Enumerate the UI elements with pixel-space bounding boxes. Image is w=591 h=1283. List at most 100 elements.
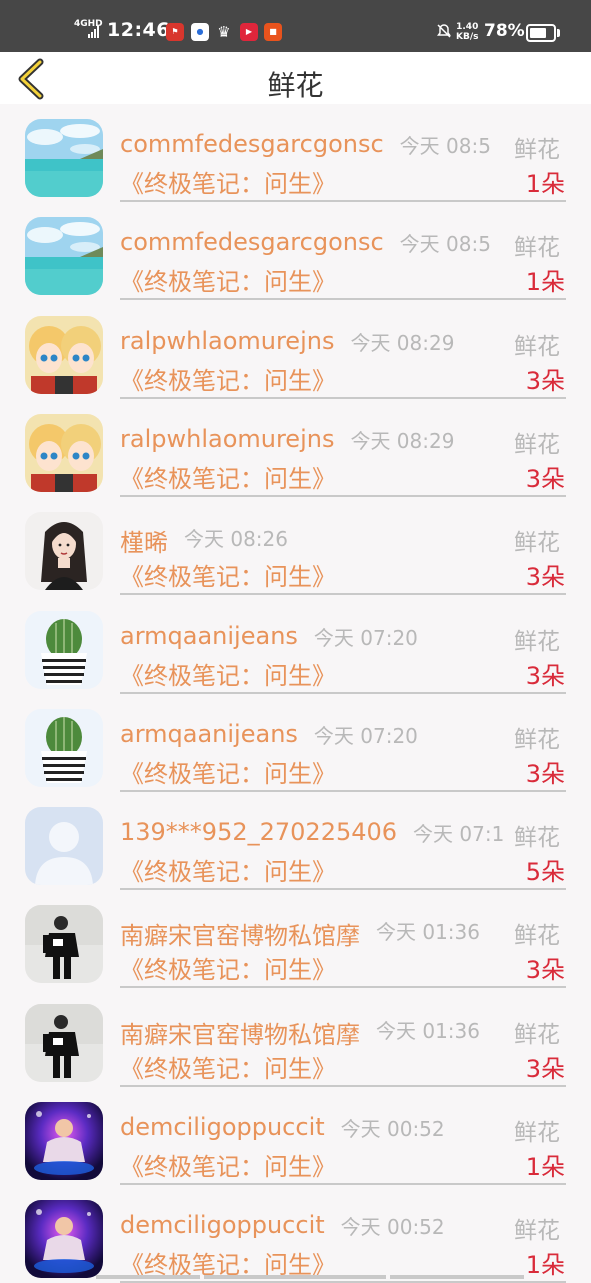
gift-type-label: 鲜花 — [514, 726, 560, 753]
flower-count: 3朵 — [525, 956, 565, 985]
user-name[interactable]: armqaanijeans — [120, 622, 298, 650]
avatar[interactable] — [25, 1003, 103, 1082]
user-name[interactable]: ralpwhlaomurejns — [120, 425, 334, 453]
timestamp: 今天 00:52 — [340, 1215, 445, 1240]
avatar[interactable] — [25, 905, 103, 984]
book-title: 《终极笔记：问生》 — [120, 858, 336, 887]
flower-count: 3朵 — [525, 1054, 565, 1083]
timestamp: 今天 00:52 — [340, 1117, 445, 1141]
list-item[interactable]: 南癖宋官窑博物私馆摩 今天 01:36 鲜花《终极笔记：问生》 3朵 — [0, 890, 591, 989]
timestamp: 今天 01:36 — [375, 920, 480, 945]
game-icon: ● — [191, 23, 209, 41]
avatar[interactable] — [25, 807, 103, 886]
list-item[interactable]: 南癖宋官窑博物私馆摩 今天 01:36 鲜花《终极笔记：问生》 3朵 — [0, 989, 591, 1087]
user-name[interactable]: demciligoppuccit — [120, 1113, 325, 1141]
mute-icon — [437, 24, 451, 38]
gift-type-label: 鲜花 — [514, 825, 560, 852]
list-item[interactable]: demciligoppuccit 今天 00:52 鲜花《终极笔记：问生》 1朵 — [0, 1087, 591, 1185]
avatar[interactable] — [25, 119, 103, 197]
flower-count: 1朵 — [525, 170, 565, 198]
gift-type-label: 鲜花 — [514, 923, 560, 950]
list-item[interactable]: armqaanijeans 今天 07:20 鲜花《终极笔记：问生》 3朵 — [0, 694, 591, 792]
gift-type-label: 鲜花 — [514, 1120, 560, 1146]
flower-count: 3朵 — [525, 759, 565, 788]
avatar[interactable] — [25, 413, 103, 492]
timestamp: 今天 07:20 — [313, 625, 418, 650]
timestamp: 今天 08:29 — [350, 428, 455, 453]
crown-icon: ♛ — [217, 23, 231, 41]
user-name[interactable]: commfedesgarcgonsc — [120, 228, 384, 256]
book-title: 《终极笔记：问生》 — [120, 366, 336, 395]
flower-count: 1朵 — [525, 268, 565, 297]
user-name[interactable]: 槿晞 — [120, 523, 168, 558]
avatar[interactable] — [25, 315, 103, 394]
book-title: 《终极笔记：问生》 — [120, 1153, 336, 1181]
news-icon: ⚑ — [166, 23, 184, 41]
flower-count: 1朵 — [525, 1153, 565, 1181]
battery-percent: 78% — [484, 21, 525, 41]
scroll-indicator — [204, 1275, 386, 1279]
book-title: 《终极笔记：问生》 — [120, 661, 336, 690]
timestamp: 今天 07:20 — [313, 723, 418, 748]
timestamp: 今天 08:5 — [399, 232, 491, 257]
gift-type-label: 鲜花 — [514, 628, 560, 655]
list-item[interactable]: ralpwhlaomurejns 今天 08:29 鲜花《终极笔记：问生》 3朵 — [0, 301, 591, 399]
book-title: 《终极笔记：问生》 — [120, 268, 336, 297]
avatar[interactable] — [25, 610, 103, 689]
user-name[interactable]: 139***952_270225406 — [120, 818, 397, 846]
user-name[interactable]: demciligoppuccit — [120, 1211, 325, 1239]
user-name[interactable]: ralpwhlaomurejns — [120, 327, 334, 355]
scroll-indicator — [390, 1275, 524, 1279]
user-name[interactable]: commfedesgarcgonsc — [120, 130, 384, 158]
page-title: 鲜花 — [267, 69, 324, 102]
flower-count: 5朵 — [525, 858, 565, 887]
list-item[interactable]: commfedesgarcgonsc 今天 08:5 鲜花《终极笔记：问生》 1朵 — [0, 104, 591, 202]
book-title: 《终极笔记：问生》 — [120, 563, 336, 592]
timestamp: 今天 08:29 — [350, 330, 455, 355]
header-bar: 鲜花 — [0, 52, 591, 104]
signal-icon — [88, 26, 100, 38]
book-title: 《终极笔记：问生》 — [120, 1054, 336, 1083]
shop-icon: ■ — [264, 23, 282, 41]
list-item[interactable]: armqaanijeans 今天 07:20 鲜花《终极笔记：问生》 3朵 — [0, 596, 591, 694]
battery-icon — [526, 24, 560, 42]
gift-type-label: 鲜花 — [514, 530, 560, 557]
list-item[interactable]: ralpwhlaomurejns 今天 08:29 鲜花《终极笔记：问生》 3朵 — [0, 399, 591, 497]
flower-count: 1朵 — [525, 1251, 565, 1280]
user-name[interactable]: 南癖宋官窑博物私馆摩 — [120, 1015, 360, 1050]
flower-count: 3朵 — [525, 563, 565, 592]
avatar[interactable] — [25, 1102, 103, 1180]
book-title: 《终极笔记：问生》 — [120, 170, 336, 198]
flower-count: 3朵 — [525, 464, 565, 493]
avatar[interactable] — [25, 512, 103, 591]
timestamp: 今天 08:5 — [399, 134, 491, 158]
avatar[interactable] — [25, 1200, 103, 1279]
book-title: 《终极笔记：问生》 — [120, 759, 336, 788]
list-item[interactable]: 槿晞 今天 08:26 鲜花《终极笔记：问生》 3朵 — [0, 497, 591, 596]
avatar[interactable] — [25, 217, 103, 296]
list-item[interactable]: demciligoppuccit 今天 00:52 鲜花 《终极笔记：问生》 1朵 — [0, 1185, 591, 1283]
flower-count: 3朵 — [525, 366, 565, 395]
avatar[interactable] — [25, 708, 103, 787]
gift-type-label: 鲜花 — [514, 235, 560, 262]
clock: 12:46 — [107, 19, 170, 41]
network-speed: 1.40 KB/s — [456, 22, 479, 42]
video-icon: ▶ — [240, 23, 258, 41]
gift-type-label: 鲜花 — [514, 431, 560, 458]
gift-type-label: 鲜花 — [514, 333, 560, 360]
list-item[interactable]: commfedesgarcgonsc 今天 08:5 鲜花《终极笔记：问生》 1朵 — [0, 202, 591, 301]
gift-type-label: 鲜花 — [514, 137, 560, 163]
gift-type-label: 鲜花 — [514, 1021, 560, 1048]
flower-count: 3朵 — [525, 661, 565, 690]
user-name[interactable]: 南癖宋官窑博物私馆摩 — [120, 916, 360, 951]
timestamp: 今天 08:26 — [183, 527, 288, 552]
gift-type-label: 鲜花 — [514, 1218, 560, 1245]
user-name[interactable]: armqaanijeans — [120, 720, 298, 748]
timestamp: 今天 01:36 — [375, 1018, 480, 1043]
book-title: 《终极笔记：问生》 — [120, 464, 336, 493]
list-item[interactable]: 139***952_270225406 今天 07:1 鲜花《终极笔记：问生》 5朵 — [0, 792, 591, 891]
status-bar: 4GHD 12:46 ⚑ ● ♛ ▶ ■ 1.40 KB/s 78% — [0, 0, 591, 52]
timestamp: 今天 07:1 — [413, 822, 505, 847]
book-title: 《终极笔记：问生》 — [120, 956, 336, 985]
scroll-indicator — [96, 1275, 200, 1279]
